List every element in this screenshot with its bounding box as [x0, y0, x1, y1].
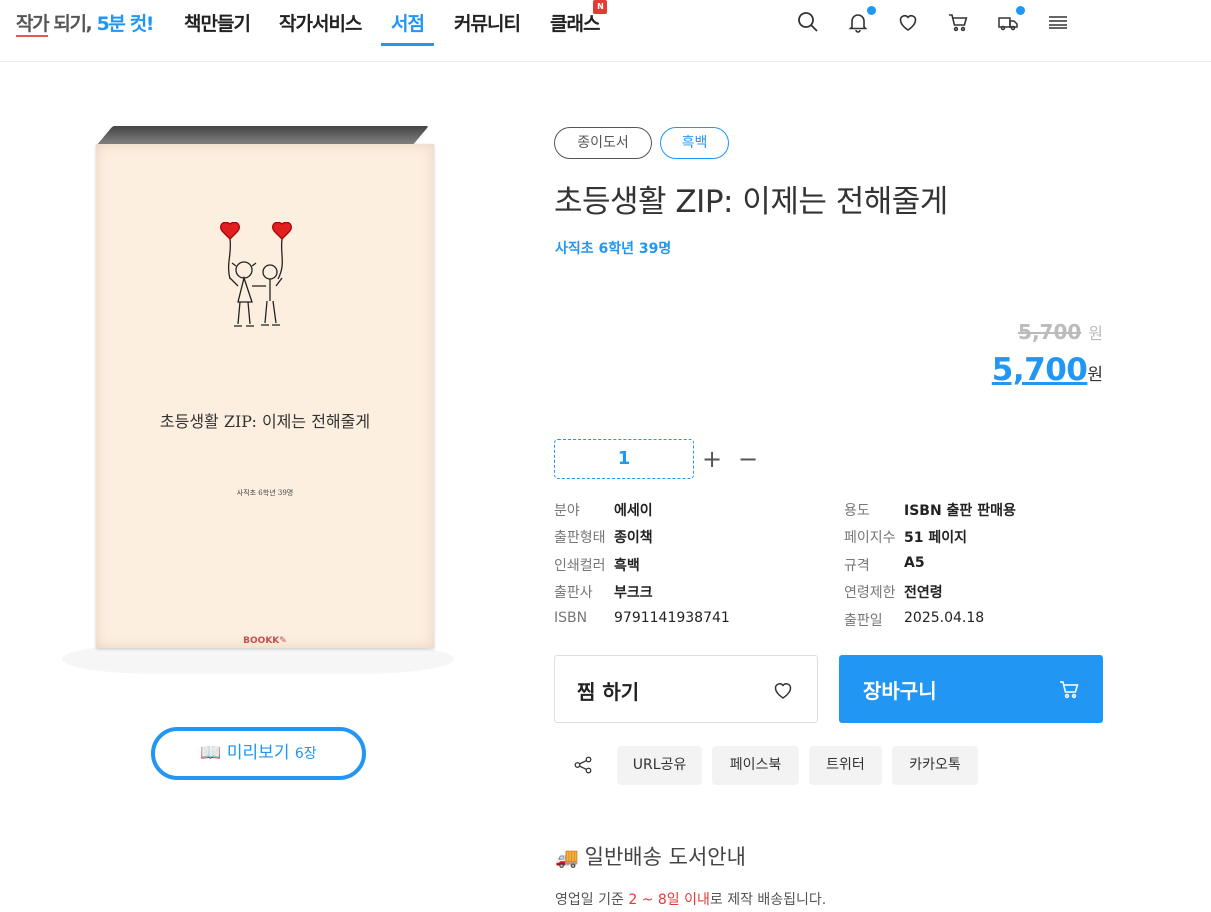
- spec-value: 2025.04.18: [904, 610, 985, 626]
- heart-icon: [774, 683, 792, 699]
- wishlist-button[interactable]: 찜 하기: [554, 655, 818, 723]
- delivery-truck-icon: 🚚: [555, 847, 579, 869]
- cart-label: 장바구니: [863, 679, 937, 703]
- wishlist-label: 찜 하기: [577, 680, 640, 704]
- site-logo[interactable]: 작가 되기, 5분 컷!: [16, 9, 155, 37]
- logo-text-3: 5분 컷!: [96, 13, 155, 35]
- book-icon: 📖: [200, 743, 222, 763]
- original-price-value: 5,700: [1018, 320, 1082, 344]
- shipping-title: 🚚 일반배송 도서안내: [555, 841, 746, 871]
- cart-icon[interactable]: [946, 10, 970, 34]
- logo-text-1: 작가: [16, 13, 50, 37]
- shipping-text-1: 영업일 기준: [555, 892, 629, 908]
- site-header: 작가 되기, 5분 컷! 책만들기 작가서비스 서점 커뮤니티 클래스 N: [0, 0, 1211, 62]
- sale-price-unit: 원: [1087, 365, 1103, 385]
- spec-key: 분야: [554, 503, 580, 519]
- preview-label: 미리보기: [226, 743, 290, 763]
- cover-publisher-text: BOOKK: [243, 636, 280, 646]
- sale-price: 5,700원: [992, 352, 1103, 388]
- share-facebook-button[interactable]: 페이스북: [712, 746, 799, 785]
- quantity-plus-button[interactable]: +: [700, 446, 724, 472]
- bell-icon[interactable]: [846, 10, 870, 34]
- sale-price-value: 5,700: [991, 352, 1088, 388]
- nav-author-service[interactable]: 작가서비스: [279, 9, 362, 46]
- delivery-dot: [1016, 6, 1025, 15]
- new-badge: N: [593, 0, 608, 14]
- nav-book-making[interactable]: 책만들기: [184, 9, 251, 46]
- book-stand: [62, 644, 454, 674]
- cover-illustration: [220, 222, 292, 327]
- nav-store[interactable]: 서점: [381, 9, 434, 46]
- spec-key: 용도: [844, 503, 870, 519]
- search-icon[interactable]: [796, 10, 820, 34]
- spec-value: 51 페이지: [904, 530, 967, 546]
- menu-icon[interactable]: [1046, 10, 1070, 34]
- preview-button[interactable]: 📖 미리보기 6장: [151, 727, 366, 780]
- quantity-input[interactable]: 1: [554, 439, 694, 479]
- spec-value: 9791141938741: [614, 610, 730, 626]
- book-spine: [96, 126, 429, 146]
- spec-key: 출판사: [554, 585, 593, 601]
- spec-value: 종이책: [614, 530, 653, 546]
- cover-publisher: BOOKK✎: [96, 636, 434, 646]
- spec-value: ISBN 출판 판매용: [904, 503, 1016, 519]
- spec-key: 연령제한: [844, 585, 896, 601]
- shipping-text: 영업일 기준 2 ~ 8일 이내로 제작 배송됩니다.: [555, 889, 826, 909]
- nav-class[interactable]: 클래스 N: [550, 0, 608, 46]
- product-title: 초등생활 ZIP: 이제는 전해줄게: [554, 184, 948, 220]
- original-price-unit: 원: [1088, 324, 1103, 343]
- tag-mono: 흑백: [660, 127, 729, 159]
- quantity-minus-button[interactable]: −: [736, 446, 760, 472]
- heart-icon[interactable]: [896, 10, 920, 34]
- spec-value: 흑백: [614, 558, 640, 574]
- spec-key: 규격: [844, 558, 870, 574]
- spec-key: 출판형태: [554, 530, 606, 546]
- shipping-text-2: 로 제작 배송됩니다.: [709, 892, 827, 908]
- spec-key: 인쇄컬러: [554, 558, 606, 574]
- share-twitter-button[interactable]: 트위터: [809, 746, 882, 785]
- preview-count: 6장: [294, 746, 317, 762]
- shipping-title-text: 일반배송 도서안내: [584, 845, 746, 869]
- notification-dot: [867, 6, 876, 15]
- share-url-button[interactable]: URL공유: [617, 746, 702, 785]
- nav-community[interactable]: 커뮤니티: [454, 9, 521, 46]
- spec-key: 페이지수: [844, 530, 896, 546]
- cover-title: 초등생활 ZIP: 이제는 전해줄게: [159, 412, 371, 431]
- book-cover: 초등생활 ZIP: 이제는 전해줄게 사직초 6학년 39명 BOOKK✎: [96, 144, 434, 648]
- original-price: 5,700 원: [1018, 320, 1103, 344]
- product-author[interactable]: 사직초 6학년 39명: [555, 238, 671, 258]
- shipping-days: 2 ~ 8일 이내: [628, 892, 710, 908]
- spec-key: 출판일: [844, 613, 883, 629]
- spec-value: 전연령: [904, 585, 943, 601]
- spec-value: 에세이: [614, 503, 653, 519]
- share-kakaotalk-button[interactable]: 카카오톡: [892, 746, 978, 785]
- logo-text-2: 되기,: [48, 13, 97, 35]
- book-image: 초등생활 ZIP: 이제는 전해줄게 사직초 6학년 39명 BOOKK✎: [60, 120, 456, 690]
- nav-class-label: 클래스: [550, 13, 600, 35]
- cart-icon: [1060, 681, 1079, 699]
- add-to-cart-button[interactable]: 장바구니: [839, 655, 1103, 723]
- spec-value: 부크크: [614, 585, 653, 601]
- spec-value: A5: [904, 555, 925, 571]
- pen-icon: ✎: [279, 636, 287, 646]
- share-icon[interactable]: [572, 754, 594, 776]
- spec-key: ISBN: [554, 610, 588, 626]
- tag-paper-book: 종이도서: [554, 127, 652, 159]
- cover-author: 사직초 6학년 39명: [236, 489, 294, 497]
